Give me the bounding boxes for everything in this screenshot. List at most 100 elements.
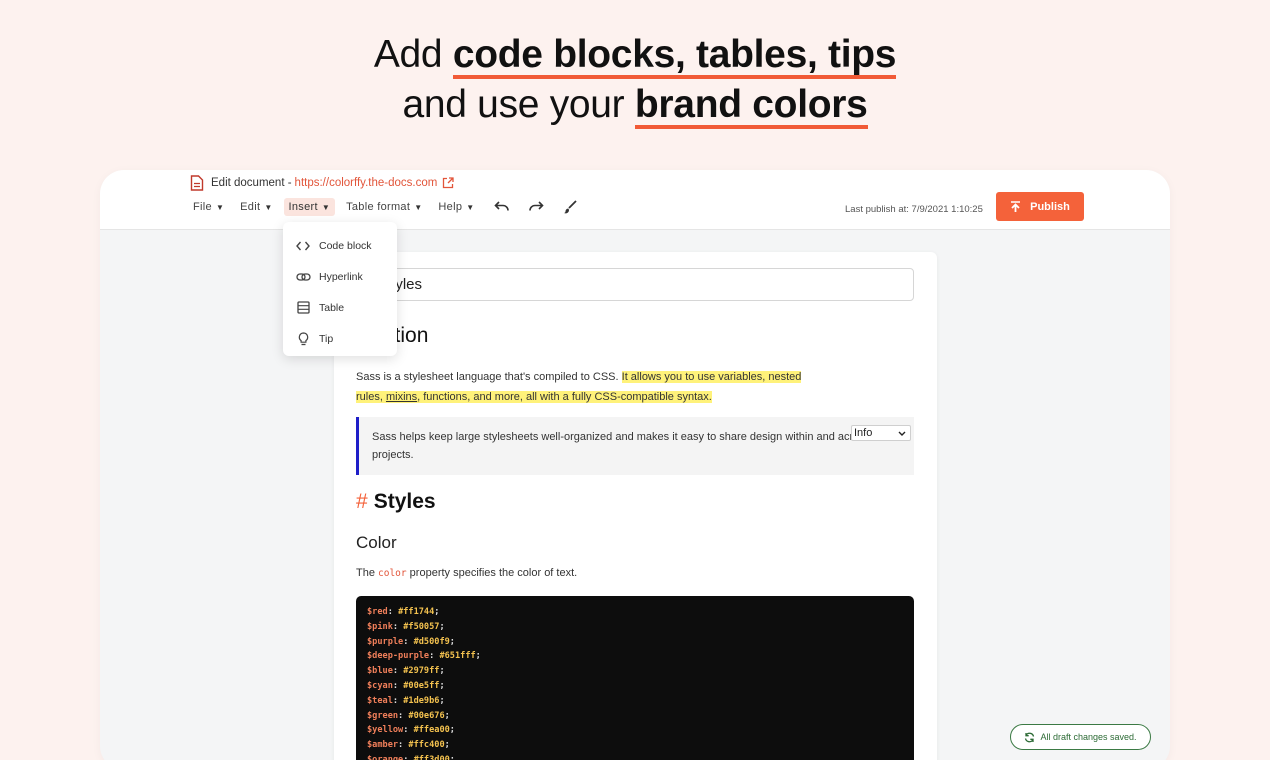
code-variable: $amber — [367, 740, 399, 751]
menu-insert[interactable]: Insert ▼ — [283, 198, 336, 216]
caret-down-icon: ▼ — [321, 202, 331, 212]
code-line: $red: #ff1744; — [367, 605, 903, 620]
caret-down-icon: ▼ — [264, 202, 273, 212]
save-status-badge: All draft changes saved. — [1010, 724, 1151, 750]
publish-button[interactable]: Publish — [996, 192, 1084, 221]
code-variable: $deep-purple — [367, 651, 430, 662]
save-status-label: All draft changes saved. — [1040, 732, 1137, 742]
tip-text[interactable]: Sass helps keep large stylesheets well-o… — [372, 428, 882, 464]
menu-table-format[interactable]: Table format ▼ — [341, 198, 427, 216]
color-paragraph[interactable]: The color property specifies the color o… — [356, 567, 577, 579]
code-punctuation: : — [392, 695, 404, 706]
code-value: #1de9b6 — [403, 695, 440, 706]
insert-tip[interactable]: Tip — [283, 323, 397, 354]
brush-icon[interactable] — [560, 197, 580, 217]
code-variable: $red — [367, 607, 388, 617]
code-variable: $cyan — [367, 680, 393, 691]
heading-anchor-hash: # — [356, 490, 368, 513]
tip-type-value: Info — [854, 427, 873, 439]
hero-line-1-highlight: code blocks, tables, tips — [452, 35, 896, 79]
code-punctuation: : — [398, 740, 409, 751]
document-title-input[interactable]: S Styles — [356, 268, 914, 301]
hero-line-2: and use your brand colors — [0, 80, 1270, 130]
document-icon — [190, 175, 204, 191]
lightbulb-icon — [295, 331, 311, 347]
caret-down-icon: ▼ — [215, 202, 225, 212]
hero-line-2-highlight: brand colors — [634, 85, 868, 129]
para2-suffix: property specifies the color of text. — [406, 567, 578, 579]
code-punctuation: : — [392, 666, 404, 677]
mixins-link[interactable]: mixins — [386, 391, 417, 403]
tip-type-select[interactable]: Info — [851, 425, 911, 441]
insert-table-label: Table — [319, 301, 345, 314]
code-value: #00e676 — [408, 710, 445, 721]
code-value: #00e5ff — [403, 680, 440, 691]
insert-hyperlink[interactable]: Hyperlink — [283, 261, 397, 292]
caret-down-icon: ▼ — [466, 202, 475, 212]
hero-line-2-prefix: and use your — [402, 83, 635, 126]
code-punctuation: ; — [439, 621, 445, 632]
menu-file-label: File — [193, 201, 212, 213]
tip-block[interactable]: Sass helps keep large stylesheets well-o… — [356, 417, 914, 475]
external-link-icon[interactable] — [442, 177, 454, 189]
code-value: #ff1744 — [398, 607, 435, 617]
heading-color[interactable]: Color — [356, 533, 397, 553]
undo-icon[interactable] — [492, 197, 512, 217]
code-punctuation: : — [429, 651, 440, 662]
code-line: $orange: #ff3d00; — [367, 753, 903, 760]
code-variable: $teal — [367, 695, 393, 706]
code-value: #d500f9 — [413, 636, 450, 647]
menu-file[interactable]: File ▼ — [188, 198, 229, 216]
hero-line-1-prefix: Add — [373, 33, 453, 76]
code-line: $amber: #ffc400; — [367, 738, 903, 753]
insert-dropdown-menu: Code block Hyperlink Table Tip — [283, 222, 397, 356]
menu-help[interactable]: Help ▼ — [433, 198, 479, 216]
code-punctuation: : — [403, 754, 414, 760]
code-variable: $orange — [367, 754, 404, 760]
code-line: $green: #00e676; — [367, 709, 903, 724]
code-block[interactable]: $red: #ff1744; $pink: #f50057; $purple: #d… — [356, 596, 914, 760]
insert-tip-label: Tip — [319, 332, 334, 345]
inline-code: color — [378, 568, 407, 579]
menu-insert-label: Insert — [288, 201, 318, 213]
code-punctuation: : — [403, 725, 414, 736]
code-punctuation: ; — [439, 680, 445, 691]
code-value: #651fff — [439, 651, 476, 662]
code-punctuation: ; — [449, 636, 455, 647]
definition-paragraph[interactable]: Sass is a stylesheet language that's com… — [356, 368, 856, 407]
code-punctuation: : — [392, 680, 404, 691]
code-punctuation: : — [392, 621, 404, 632]
sync-icon — [1025, 732, 1035, 742]
last-publish-text: Last publish at: 7/9/2021 1:10:25 — [845, 204, 983, 215]
code-variable: $purple — [367, 636, 404, 647]
menu-help-label: Help — [438, 201, 463, 213]
highlighted-text-part: rules, — [356, 390, 386, 403]
document-label: Edit document - — [211, 177, 292, 189]
top-bar: Edit document - https://colorffy.the-doc… — [100, 170, 1170, 230]
publish-button-label: Publish — [1030, 200, 1070, 213]
code-value: #ff3d00 — [413, 754, 450, 760]
insert-table[interactable]: Table — [283, 292, 397, 323]
link-icon — [295, 269, 311, 285]
code-punctuation: ; — [444, 710, 450, 721]
code-variable: $pink — [367, 621, 393, 632]
caret-down-icon: ▼ — [414, 202, 423, 212]
code-icon — [295, 238, 311, 254]
heading-styles[interactable]: # Styles — [356, 490, 436, 514]
code-line: $teal: #1de9b6; — [367, 694, 903, 709]
app-window: Edit document - https://colorffy.the-doc… — [100, 170, 1170, 760]
redo-icon[interactable] — [526, 197, 546, 217]
code-punctuation: ; — [444, 740, 450, 751]
code-line: $purple: #d500f9; — [367, 635, 903, 650]
insert-code-block[interactable]: Code block — [283, 230, 397, 261]
document-url-link[interactable]: https://colorffy.the-docs.com — [295, 177, 438, 189]
hero-line-1: Add code blocks, tables, tips — [0, 30, 1270, 80]
menu-edit[interactable]: Edit ▼ — [235, 198, 277, 216]
document-title: Edit document - https://colorffy.the-doc… — [190, 174, 454, 192]
code-variable: $green — [367, 710, 399, 721]
insert-hyperlink-label: Hyperlink — [319, 270, 363, 283]
code-punctuation: : — [398, 710, 409, 721]
code-line: $deep-purple: #651fff; — [367, 649, 903, 664]
code-variable: $yellow — [367, 725, 404, 736]
code-line: $blue: #2979ff; — [367, 664, 903, 679]
